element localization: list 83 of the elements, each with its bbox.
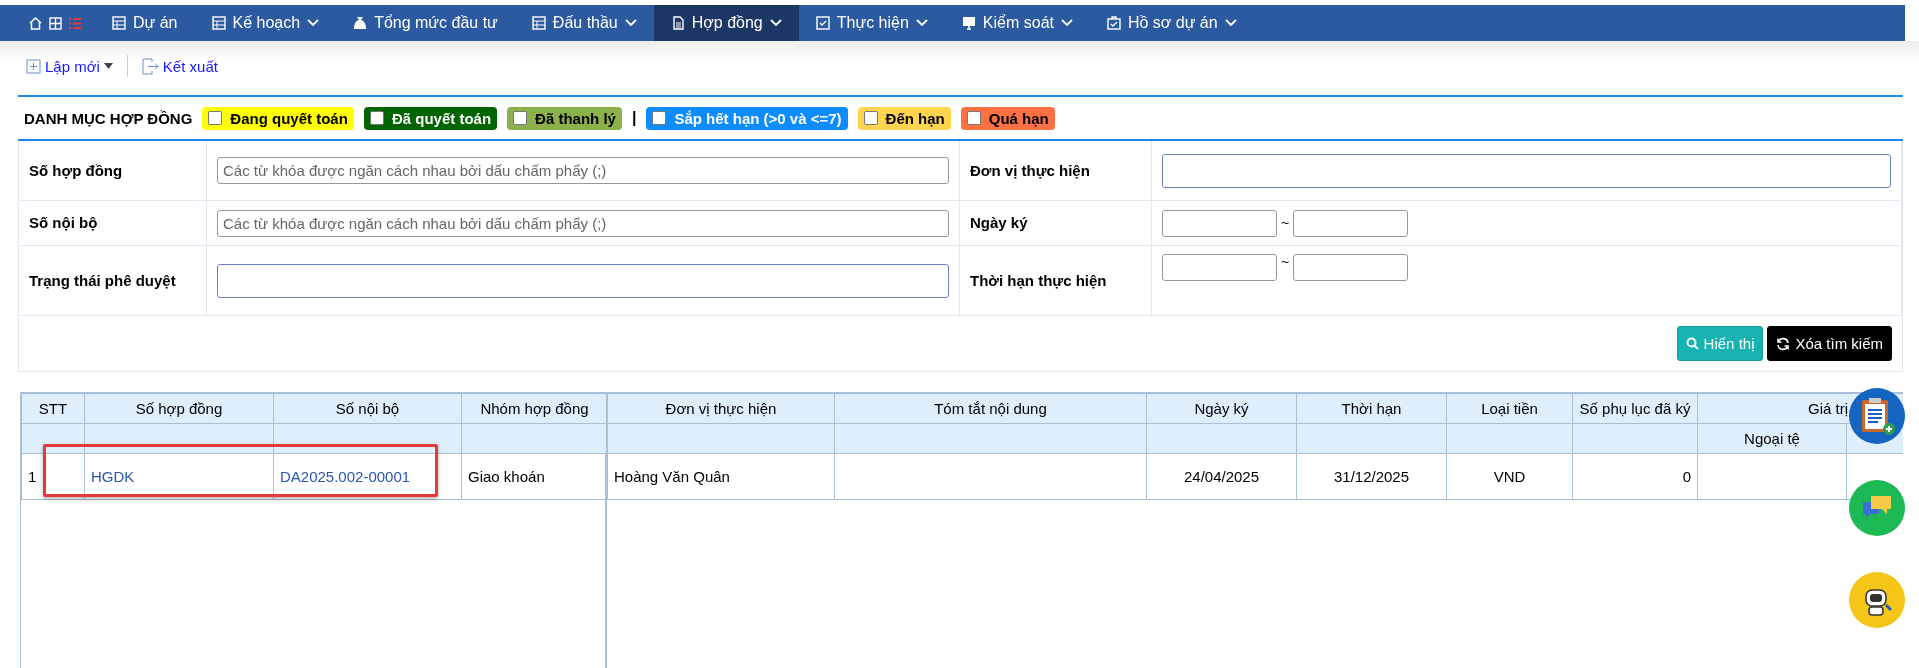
home-icon[interactable]: [28, 16, 43, 30]
column-header: Loại tiền: [1446, 393, 1573, 424]
bag-icon: [353, 16, 368, 30]
search-field[interactable]: Các từ khóa được ngăn cách nhau bởi dấu chấm phẩy (;): [217, 209, 949, 237]
column-header: Số phụ lục đã ký: [1572, 393, 1698, 424]
document-icon: [670, 16, 685, 30]
checkbox[interactable]: [966, 111, 981, 125]
table-icon: [112, 16, 126, 30]
checkbox[interactable]: [369, 111, 384, 125]
nav-item[interactable]: Hồ sơ dự án: [1089, 5, 1254, 41]
refresh-icon: [1776, 336, 1791, 351]
column-header: STT: [21, 393, 85, 424]
table-cell: 0: [1572, 453, 1698, 500]
checkbox-icon: [815, 16, 830, 30]
status-filter[interactable]: Đã thanh lý: [507, 106, 622, 130]
column-header: Nhóm hợp đồng: [461, 393, 608, 424]
status-filter[interactable]: Đã quyết toán: [363, 106, 498, 130]
table-cell: 31/12/2025: [1296, 453, 1447, 500]
date-field[interactable]: [1293, 209, 1409, 237]
nav-item[interactable]: Đấu thầu: [514, 5, 654, 41]
chat-button[interactable]: [1849, 480, 1905, 536]
column-header: Số hợp đồng: [84, 393, 274, 424]
checkbox[interactable]: [208, 111, 223, 125]
column-header: Ngoại tệ: [1697, 423, 1847, 454]
monitor-icon: [961, 16, 976, 30]
nav-item[interactable]: Thực hiện: [798, 5, 945, 41]
checkbox[interactable]: [513, 111, 528, 125]
column-header: Số nội bộ: [273, 393, 462, 424]
contract-link[interactable]: HGDK: [84, 453, 274, 500]
table-cell: Hoàng Văn Quân: [607, 453, 835, 500]
nav-item[interactable]: Kế hoạch: [194, 5, 337, 41]
nav-label: Hồ sơ dự án: [1127, 14, 1218, 32]
export-button[interactable]: Kết xuất: [141, 57, 218, 75]
column-header: Đơn vị thực hiện: [607, 393, 835, 424]
column-header: Ngày ký: [1146, 393, 1297, 424]
search-icon: [1685, 337, 1699, 350]
support-bot-button[interactable]: [1849, 572, 1905, 628]
plus-square-icon: [26, 58, 41, 74]
internal-number-link[interactable]: DA2025.002-00001: [273, 453, 462, 500]
checkbox[interactable]: [652, 111, 667, 125]
export-icon: [141, 57, 159, 75]
briefcase-check-icon: [1106, 16, 1121, 30]
field-label: Số nội bộ: [19, 201, 207, 245]
nav-label: Kế hoạch: [232, 14, 301, 32]
field-label: Ngày ký: [960, 201, 1152, 245]
table-icon: [531, 16, 546, 30]
table-icon: [211, 16, 226, 30]
field-label: Đơn vị thực hiện: [960, 141, 1152, 200]
column-header: Thời hạn: [1296, 393, 1447, 424]
status-filter[interactable]: Quá hạn: [960, 106, 1055, 130]
field-label: Số hợp đồng: [19, 141, 207, 200]
nav-label: Dự án: [133, 14, 178, 32]
nav-item[interactable]: Hợp đồng: [653, 5, 799, 41]
table-cell: 24/04/2025: [1146, 453, 1297, 500]
new-button[interactable]: Lập mới: [26, 57, 113, 75]
table-cell: 1: [21, 453, 85, 500]
status-filter[interactable]: Đang quyết toán: [202, 106, 354, 130]
nav-label: Hợp đồng: [691, 14, 763, 32]
search-field[interactable]: Các từ khóa được ngăn cách nhau bởi dấu chấm phẩy (;): [217, 157, 949, 184]
nav-label: Tổng mức đầu tư: [374, 14, 498, 32]
range-separator: ~: [1281, 254, 1290, 270]
nav-item[interactable]: Dự án: [95, 5, 195, 41]
input-field[interactable]: [217, 263, 949, 298]
date-field[interactable]: [1293, 254, 1409, 281]
separator: |: [631, 109, 637, 127]
nav-label: Thực hiện: [836, 14, 909, 32]
section-title: DANH MỤC HỢP ĐỒNG: [24, 109, 193, 127]
grid-icon[interactable]: [49, 16, 62, 30]
table-cell: VND: [1446, 453, 1573, 500]
column-header: Tóm tắt nội dung: [834, 393, 1147, 424]
nav-label: Kiểm soát: [982, 14, 1054, 32]
range-separator: ~: [1281, 215, 1290, 231]
nav-label: Đấu thầu: [552, 14, 618, 32]
field-label: Trạng thái phê duyệt: [19, 246, 207, 315]
nav-item[interactable]: Tổng mức đầu tư: [336, 5, 515, 41]
clear-search-button[interactable]: Xóa tìm kiếm: [1767, 326, 1892, 361]
input-field[interactable]: [1162, 153, 1891, 188]
date-field[interactable]: [1162, 209, 1277, 237]
status-filter[interactable]: Đến hạn: [857, 106, 951, 130]
checkbox[interactable]: [863, 111, 878, 125]
date-field[interactable]: [1162, 254, 1277, 281]
nav-item[interactable]: Kiểm soát: [944, 5, 1090, 41]
field-label: Thời hạn thực hiện: [960, 246, 1152, 315]
